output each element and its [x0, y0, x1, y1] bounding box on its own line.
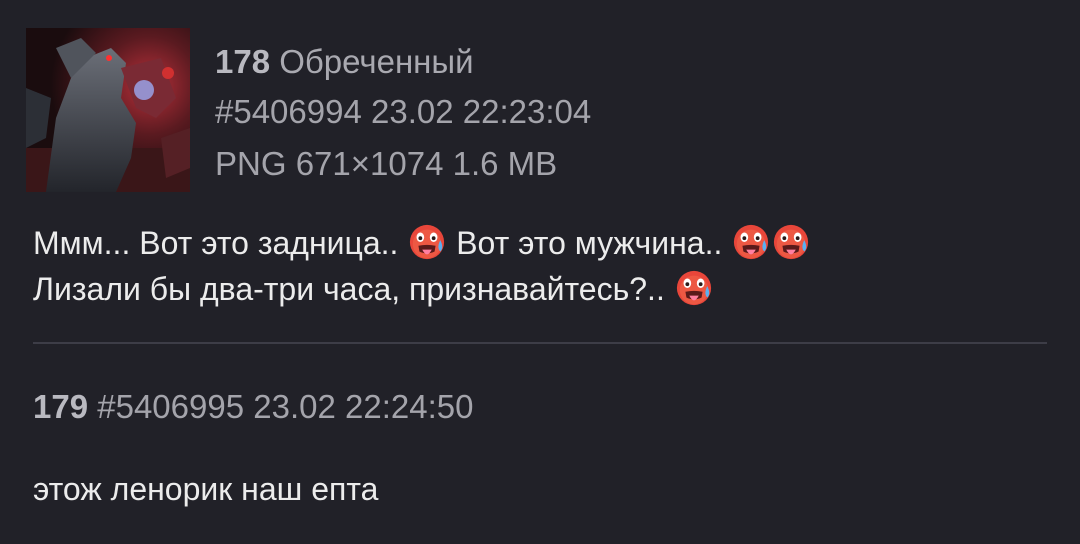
- post-179: 179 #5406995 23.02 22:24:50 этож ленорик…: [0, 360, 1080, 544]
- post-178: 178 Обреченный #5406994 23.02 22:23:04 P…: [0, 0, 1080, 330]
- post-time: 22:24:50: [345, 388, 474, 425]
- post-message: этож ленорик наш епта: [33, 466, 1040, 512]
- poster-name: Обреченный: [279, 43, 474, 80]
- post-message: Ммм... Вот это задница.. Вот это мужчина…: [33, 220, 1040, 312]
- post-image-thumbnail[interactable]: [26, 28, 190, 192]
- post-id[interactable]: #5406994: [215, 93, 362, 130]
- post-date: 23.02: [371, 93, 454, 130]
- post-time: 22:23:04: [462, 93, 592, 130]
- post-number[interactable]: 178: [215, 43, 270, 80]
- hot-face-emoji-icon: [774, 224, 809, 260]
- message-text: Ммм... Вот это задница..: [33, 225, 399, 261]
- post-number[interactable]: 179: [33, 388, 88, 425]
- post-id[interactable]: #5406995: [97, 388, 244, 425]
- message-text: Лизали бы два-три часа, признавайтесь?..: [33, 271, 665, 307]
- message-text: этож ленорик наш епта: [33, 471, 379, 507]
- post-date: 23.02: [253, 388, 336, 425]
- file-info: PNG 671×1074 1.6 MB: [215, 144, 557, 184]
- file-dimensions: 671×1074: [295, 145, 444, 182]
- post-header: 178 Обреченный: [215, 42, 474, 82]
- hot-face-emoji-icon: [410, 224, 445, 260]
- file-type: PNG: [215, 145, 287, 182]
- post-header: 179 #5406995 23.02 22:24:50: [33, 387, 473, 427]
- hot-face-emoji-icon: [734, 224, 769, 260]
- post-divider: [33, 342, 1047, 344]
- hot-face-emoji-icon: [676, 270, 711, 306]
- message-text: Вот это мужчина..: [456, 225, 723, 261]
- thread-view: 178 Обреченный #5406994 23.02 22:23:04 P…: [0, 0, 1080, 544]
- file-size: 1.6 MB: [452, 145, 558, 182]
- thumbnail-artwork: [26, 28, 190, 192]
- post-id-line: #5406994 23.02 22:23:04: [215, 92, 591, 132]
